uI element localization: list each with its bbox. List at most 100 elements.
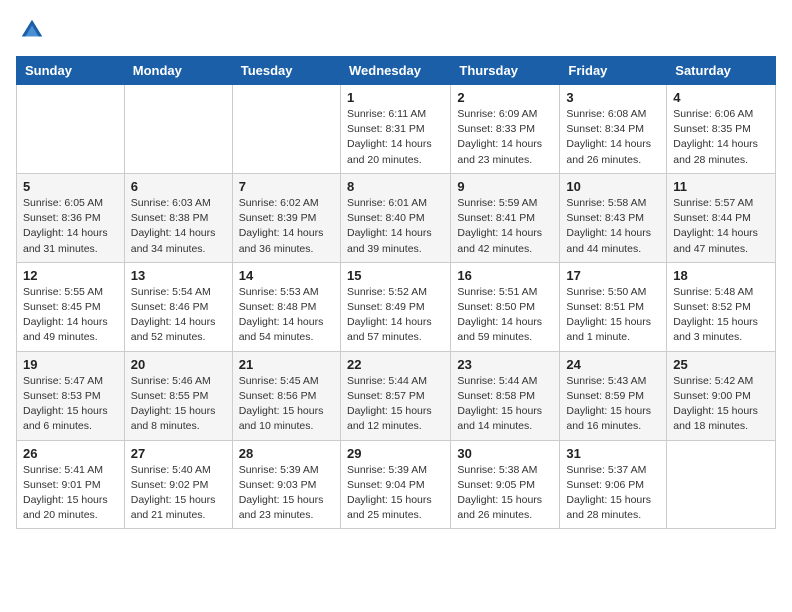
calendar-cell: 5 Sunrise: 6:05 AM Sunset: 8:36 PM Daylig…	[17, 173, 125, 262]
calendar-header-monday: Monday	[124, 57, 232, 85]
day-info: Sunrise: 6:11 AM Sunset: 8:31 PM Dayligh…	[347, 107, 444, 168]
calendar-cell: 28Sunrise: 5:39 AM Sunset: 9:03 PM Dayli…	[232, 440, 340, 529]
day-info: Sunrise: 6:09 AM Sunset: 8:33 PM Dayligh…	[457, 107, 553, 168]
calendar-cell: 20 Sunrise: 5:46 AM Sunset: 8:55 PM Dayli…	[124, 351, 232, 440]
day-number: 11	[673, 179, 769, 194]
calendar-cell: 6 Sunrise: 6:03 AM Sunset: 8:38 PM Daylig…	[124, 173, 232, 262]
day-info: Sunrise: 5:44 AM Sunset: 8:58 PM Dayligh…	[457, 374, 553, 435]
calendar-cell: 10Sunrise: 5:58 AM Sunset: 8:43 PM Dayli…	[560, 173, 667, 262]
day-number: 7	[239, 179, 334, 194]
day-number: 12	[23, 268, 118, 283]
calendar-cell: 4 Sunrise: 6:06 AM Sunset: 8:35 PM Daylig…	[667, 85, 776, 174]
day-info: Sunrise: 5:50 AM Sunset: 8:51 PM Dayligh…	[566, 285, 660, 346]
calendar-week-row: 19 Sunrise: 5:47 AM Sunset: 8:53 PM Dayli…	[17, 351, 776, 440]
day-number: 18	[673, 268, 769, 283]
calendar-week-row: 5 Sunrise: 6:05 AM Sunset: 8:36 PM Daylig…	[17, 173, 776, 262]
day-number: 9	[457, 179, 553, 194]
day-number: 3	[566, 90, 660, 105]
calendar-week-row: 26 Sunrise: 5:41 AM Sunset: 9:01 PM Dayli…	[17, 440, 776, 529]
calendar-cell: 12 Sunrise: 5:55 AM Sunset: 8:45 PM Dayli…	[17, 262, 125, 351]
calendar-cell: 2 Sunrise: 6:09 AM Sunset: 8:33 PM Daylig…	[451, 85, 560, 174]
day-info: Sunrise: 5:42 AM Sunset: 9:00 PM Dayligh…	[673, 374, 769, 435]
day-number: 2	[457, 90, 553, 105]
calendar-header-thursday: Thursday	[451, 57, 560, 85]
day-info: Sunrise: 5:45 AM Sunset: 8:56 PM Dayligh…	[239, 374, 334, 435]
day-number: 21	[239, 357, 334, 372]
calendar-cell: 17 Sunrise: 5:50 AM Sunset: 8:51 PM Dayli…	[560, 262, 667, 351]
calendar-cell: 26 Sunrise: 5:41 AM Sunset: 9:01 PM Dayli…	[17, 440, 125, 529]
logo-icon	[18, 16, 46, 44]
day-info: Sunrise: 6:06 AM Sunset: 8:35 PM Dayligh…	[673, 107, 769, 168]
calendar-cell: 18 Sunrise: 5:48 AM Sunset: 8:52 PM Dayli…	[667, 262, 776, 351]
calendar-cell	[667, 440, 776, 529]
calendar-header-row: SundayMondayTuesdayWednesdayThursdayFrid…	[17, 57, 776, 85]
calendar-week-row: 12 Sunrise: 5:55 AM Sunset: 8:45 PM Dayli…	[17, 262, 776, 351]
calendar-cell	[17, 85, 125, 174]
day-number: 1	[347, 90, 444, 105]
day-number: 28	[239, 446, 334, 461]
calendar-cell: 1 Sunrise: 6:11 AM Sunset: 8:31 PM Daylig…	[340, 85, 450, 174]
day-info: Sunrise: 6:08 AM Sunset: 8:34 PM Dayligh…	[566, 107, 660, 168]
calendar-header-sunday: Sunday	[17, 57, 125, 85]
day-info: Sunrise: 5:55 AM Sunset: 8:45 PM Dayligh…	[23, 285, 118, 346]
day-number: 30	[457, 446, 553, 461]
day-number: 8	[347, 179, 444, 194]
calendar-cell	[124, 85, 232, 174]
calendar-cell: 15 Sunrise: 5:52 AM Sunset: 8:49 PM Dayli…	[340, 262, 450, 351]
day-info: Sunrise: 6:03 AM Sunset: 8:38 PM Dayligh…	[131, 196, 226, 257]
calendar-cell: 25 Sunrise: 5:42 AM Sunset: 9:00 PM Dayli…	[667, 351, 776, 440]
calendar-cell: 7 Sunrise: 6:02 AM Sunset: 8:39 PM Daylig…	[232, 173, 340, 262]
day-number: 27	[131, 446, 226, 461]
day-info: Sunrise: 5:53 AM Sunset: 8:48 PM Dayligh…	[239, 285, 334, 346]
calendar-cell: 8 Sunrise: 6:01 AM Sunset: 8:40 PM Daylig…	[340, 173, 450, 262]
calendar-cell: 22Sunrise: 5:44 AM Sunset: 8:57 PM Dayli…	[340, 351, 450, 440]
calendar-cell: 9 Sunrise: 5:59 AM Sunset: 8:41 PM Daylig…	[451, 173, 560, 262]
calendar-cell: 13 Sunrise: 5:54 AM Sunset: 8:46 PM Dayli…	[124, 262, 232, 351]
day-info: Sunrise: 5:39 AM Sunset: 9:04 PM Dayligh…	[347, 463, 444, 524]
day-number: 23	[457, 357, 553, 372]
calendar-week-row: 1 Sunrise: 6:11 AM Sunset: 8:31 PM Daylig…	[17, 85, 776, 174]
day-info: Sunrise: 5:48 AM Sunset: 8:52 PM Dayligh…	[673, 285, 769, 346]
calendar-cell: 14Sunrise: 5:53 AM Sunset: 8:48 PM Dayli…	[232, 262, 340, 351]
calendar-header-friday: Friday	[560, 57, 667, 85]
calendar-cell: 29 Sunrise: 5:39 AM Sunset: 9:04 PM Dayli…	[340, 440, 450, 529]
logo	[16, 16, 46, 44]
calendar-header-wednesday: Wednesday	[340, 57, 450, 85]
day-number: 20	[131, 357, 226, 372]
calendar-table: SundayMondayTuesdayWednesdayThursdayFrid…	[16, 56, 776, 529]
calendar-cell: 11 Sunrise: 5:57 AM Sunset: 8:44 PM Dayli…	[667, 173, 776, 262]
day-number: 24	[566, 357, 660, 372]
day-number: 29	[347, 446, 444, 461]
day-info: Sunrise: 5:59 AM Sunset: 8:41 PM Dayligh…	[457, 196, 553, 257]
day-info: Sunrise: 5:51 AM Sunset: 8:50 PM Dayligh…	[457, 285, 553, 346]
day-info: Sunrise: 5:57 AM Sunset: 8:44 PM Dayligh…	[673, 196, 769, 257]
day-info: Sunrise: 5:54 AM Sunset: 8:46 PM Dayligh…	[131, 285, 226, 346]
day-number: 13	[131, 268, 226, 283]
day-info: Sunrise: 6:02 AM Sunset: 8:39 PM Dayligh…	[239, 196, 334, 257]
page-header	[16, 16, 776, 44]
calendar-cell: 21 Sunrise: 5:45 AM Sunset: 8:56 PM Dayli…	[232, 351, 340, 440]
day-number: 19	[23, 357, 118, 372]
day-number: 15	[347, 268, 444, 283]
day-number: 5	[23, 179, 118, 194]
day-info: Sunrise: 5:46 AM Sunset: 8:55 PM Dayligh…	[131, 374, 226, 435]
day-number: 31	[566, 446, 660, 461]
day-number: 17	[566, 268, 660, 283]
day-info: Sunrise: 5:47 AM Sunset: 8:53 PM Dayligh…	[23, 374, 118, 435]
day-number: 26	[23, 446, 118, 461]
calendar-header-saturday: Saturday	[667, 57, 776, 85]
day-info: Sunrise: 5:38 AM Sunset: 9:05 PM Dayligh…	[457, 463, 553, 524]
day-info: Sunrise: 5:43 AM Sunset: 8:59 PM Dayligh…	[566, 374, 660, 435]
day-number: 16	[457, 268, 553, 283]
day-number: 25	[673, 357, 769, 372]
calendar-cell: 24 Sunrise: 5:43 AM Sunset: 8:59 PM Dayli…	[560, 351, 667, 440]
day-info: Sunrise: 6:01 AM Sunset: 8:40 PM Dayligh…	[347, 196, 444, 257]
calendar-cell: 30 Sunrise: 5:38 AM Sunset: 9:05 PM Dayli…	[451, 440, 560, 529]
day-info: Sunrise: 5:52 AM Sunset: 8:49 PM Dayligh…	[347, 285, 444, 346]
day-number: 4	[673, 90, 769, 105]
day-info: Sunrise: 5:41 AM Sunset: 9:01 PM Dayligh…	[23, 463, 118, 524]
day-number: 6	[131, 179, 226, 194]
day-info: Sunrise: 6:05 AM Sunset: 8:36 PM Dayligh…	[23, 196, 118, 257]
day-number: 22	[347, 357, 444, 372]
calendar-cell: 3 Sunrise: 6:08 AM Sunset: 8:34 PM Daylig…	[560, 85, 667, 174]
